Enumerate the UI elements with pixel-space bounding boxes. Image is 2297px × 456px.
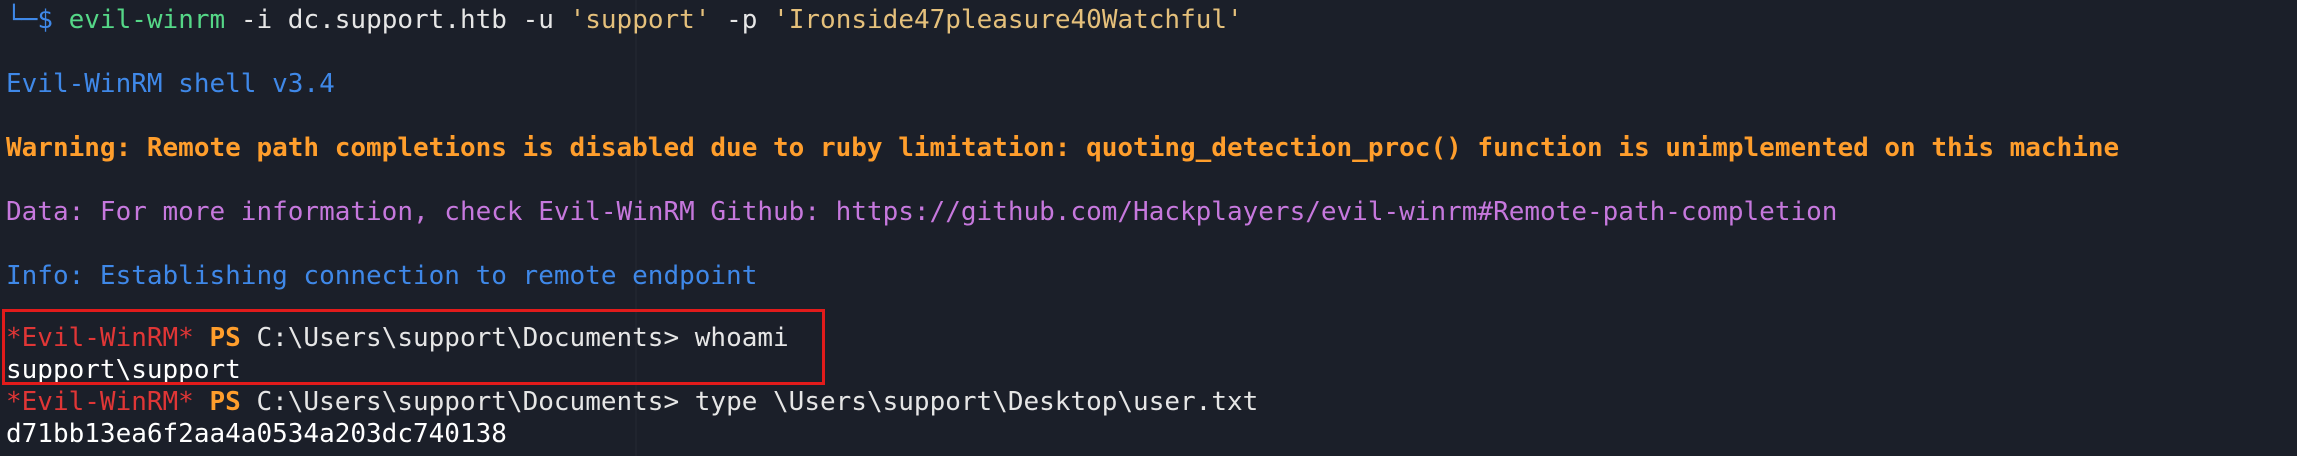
info-line: Info: Establishing connection to remote … [6,261,758,291]
data-info-line: Data: For more information, check Evil-W… [6,197,1838,227]
cwd-path: C:\Users\support\Documents> [256,387,695,417]
flag-i: -i [225,5,288,35]
password-arg: 'Ironside47pleasure40Watchful' [773,5,1243,35]
evil-winrm-prompt: *Evil-WinRM* [6,387,194,417]
command-line: └─$ evil-winrm -i dc.support.htb -u 'sup… [6,4,1243,36]
terminal-window[interactable]: └─$ evil-winrm -i dc.support.htb -u 'sup… [0,0,2297,456]
flag-u: -u [506,5,570,35]
typed-command: type \Users\support\Desktop\user.txt [694,387,1259,417]
ps-label: PS [193,387,257,417]
host-arg: dc.support.htb [287,5,507,35]
flag-p: -p [710,5,774,35]
warning-line: Warning: Remote path completions is disa… [6,133,2120,163]
prompt-dollar: $ [37,5,69,35]
command-program: evil-winrm [68,5,226,35]
banner-line: Evil-WinRM shell v3.4 [6,69,335,99]
highlight-box [2,309,825,385]
session-prompt-line: *Evil-WinRM* PS C:\Users\support\Documen… [6,386,1258,418]
user-arg: 'support' [569,5,711,35]
command-output: d71bb13ea6f2aa4a0534a203dc740138 [6,419,507,449]
prompt-corner: └─ [6,5,38,35]
